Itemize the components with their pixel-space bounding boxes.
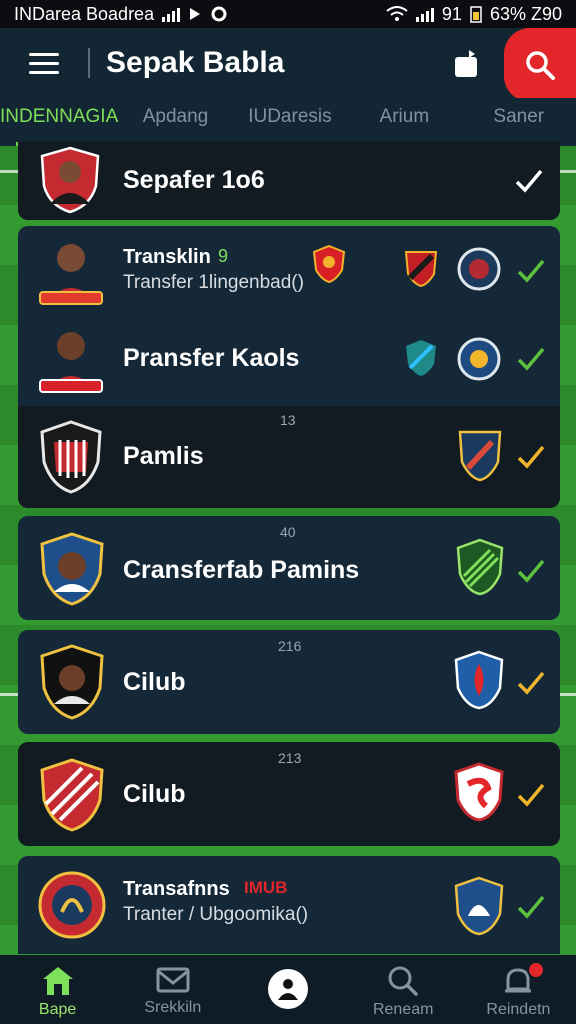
list-item[interactable]: 13 Pamlis [18, 406, 560, 508]
item-title: Transafnns [123, 878, 230, 900]
club-crest-icon [404, 251, 438, 288]
hamburger-icon [29, 50, 59, 77]
checkmark-icon[interactable] [516, 668, 546, 698]
list-item[interactable]: Transafnns IMUB Tranter / Ubgoomika() [18, 856, 560, 954]
status-signal-text: 91 [441, 3, 462, 24]
battery-icon [470, 6, 482, 23]
tab-indennagia[interactable]: INDENNAGIA [0, 98, 118, 146]
profile-button[interactable] [268, 969, 308, 1009]
nav-label: Reneam [372, 1001, 434, 1018]
share-icon [455, 50, 477, 77]
mail-icon [156, 967, 190, 993]
item-count: 213 [278, 750, 302, 766]
nav-label: Reindetn [486, 1001, 551, 1018]
club-crest-icon [454, 876, 504, 936]
item-title: Cilub [123, 780, 186, 808]
list-item[interactable]: 216 Cilub [18, 630, 560, 734]
club-crest-icon [40, 644, 104, 720]
item-title-badge: IMUB [244, 878, 288, 897]
checkmark-icon[interactable] [516, 256, 546, 286]
item-title: Transklin [123, 246, 211, 268]
page-title: Sepak Babla [106, 46, 285, 79]
checkmark-icon[interactable] [516, 780, 546, 810]
status-bar: INDarea Boadrea 91 63% Z90 [0, 0, 576, 28]
item-title: Sepafer 1o6 [123, 166, 265, 194]
club-crest-icon [456, 538, 504, 596]
nav-profile[interactable] [230, 955, 345, 1024]
checkmark-icon[interactable] [516, 892, 546, 922]
search-button[interactable] [504, 28, 576, 102]
nav-label: Bape [38, 1001, 77, 1018]
settings-icon [211, 6, 227, 22]
tab-bar: INDENNAGIA Apdang IUDaresis Arium Saner [0, 98, 576, 146]
nav-home[interactable]: Bape [0, 955, 115, 1024]
item-count: 40 [280, 524, 296, 540]
wifi-icon [386, 6, 408, 21]
status-right-text: 63% Z90 [489, 3, 562, 24]
club-crest-icon [40, 420, 102, 494]
menu-button[interactable] [0, 28, 88, 98]
tab-arium[interactable]: Arium [347, 98, 461, 146]
item-subtitle: Tranter / Ubgoomika() [123, 904, 309, 925]
checkmark-icon[interactable] [516, 442, 546, 472]
club-crest-icon [458, 430, 502, 482]
player-avatar-icon [39, 332, 103, 393]
nav-messages[interactable]: Srekkiln [115, 955, 230, 1024]
list-item[interactable]: 40 Cransferfab Pamins [18, 516, 560, 620]
list-item[interactable]: 213 Cilub [18, 742, 560, 846]
player-avatar-icon [40, 146, 100, 214]
list-item[interactable]: Sepafer 1o6 [18, 142, 560, 220]
club-crest-icon [312, 244, 346, 284]
play-icon [190, 8, 201, 20]
item-title: Cilub [123, 668, 186, 696]
item-count: 13 [280, 412, 296, 428]
item-count: 216 [278, 638, 302, 654]
signal-icon [162, 6, 181, 22]
tab-apdang[interactable]: Apdang [118, 98, 232, 146]
app-bar: Sepak Babla [0, 28, 576, 102]
nav-search[interactable]: Reneam [346, 955, 461, 1024]
list-group: Transklin 9 Transfer 1lingenbad() Pransf… [18, 226, 560, 406]
notification-badge [526, 961, 545, 979]
item-title: Pransfer Kaols [123, 344, 300, 372]
search-icon [526, 51, 555, 80]
club-crest-icon [40, 758, 104, 832]
bottom-nav: Bape Srekkiln Reneam Reindetn [0, 955, 576, 1024]
nav-label: Srekkiln [144, 999, 202, 1016]
item-title-badge: 9 [218, 246, 229, 266]
club-crest-icon [457, 247, 501, 291]
tab-saner[interactable]: Saner [462, 98, 576, 146]
club-crest-icon [454, 650, 504, 710]
checkmark-icon[interactable] [516, 556, 546, 586]
profile-icon [278, 979, 298, 1000]
home-icon [42, 967, 73, 995]
item-title: Pamlis [123, 442, 204, 470]
club-crest-icon [40, 532, 104, 606]
item-subtitle: Transfer 1lingenbad() [123, 272, 304, 293]
status-left-text: INDarea Boadrea [14, 3, 155, 24]
item-title: Cransferfab Pamins [123, 556, 360, 584]
club-crest-icon [454, 762, 504, 822]
tab-iudaresis[interactable]: IUDaresis [233, 98, 347, 146]
nav-notifications[interactable]: Reindetn [461, 955, 576, 1024]
search-icon [388, 966, 418, 996]
club-crest-icon [457, 337, 501, 381]
club-crest-icon [406, 340, 436, 376]
cell-signal-icon [415, 6, 434, 22]
checkmark-icon[interactable] [516, 344, 546, 374]
app-bar-divider [88, 48, 90, 78]
checkmark-icon[interactable] [514, 166, 544, 196]
share-button[interactable] [446, 43, 486, 83]
club-crest-icon [38, 871, 106, 939]
player-avatar-icon [39, 244, 103, 305]
